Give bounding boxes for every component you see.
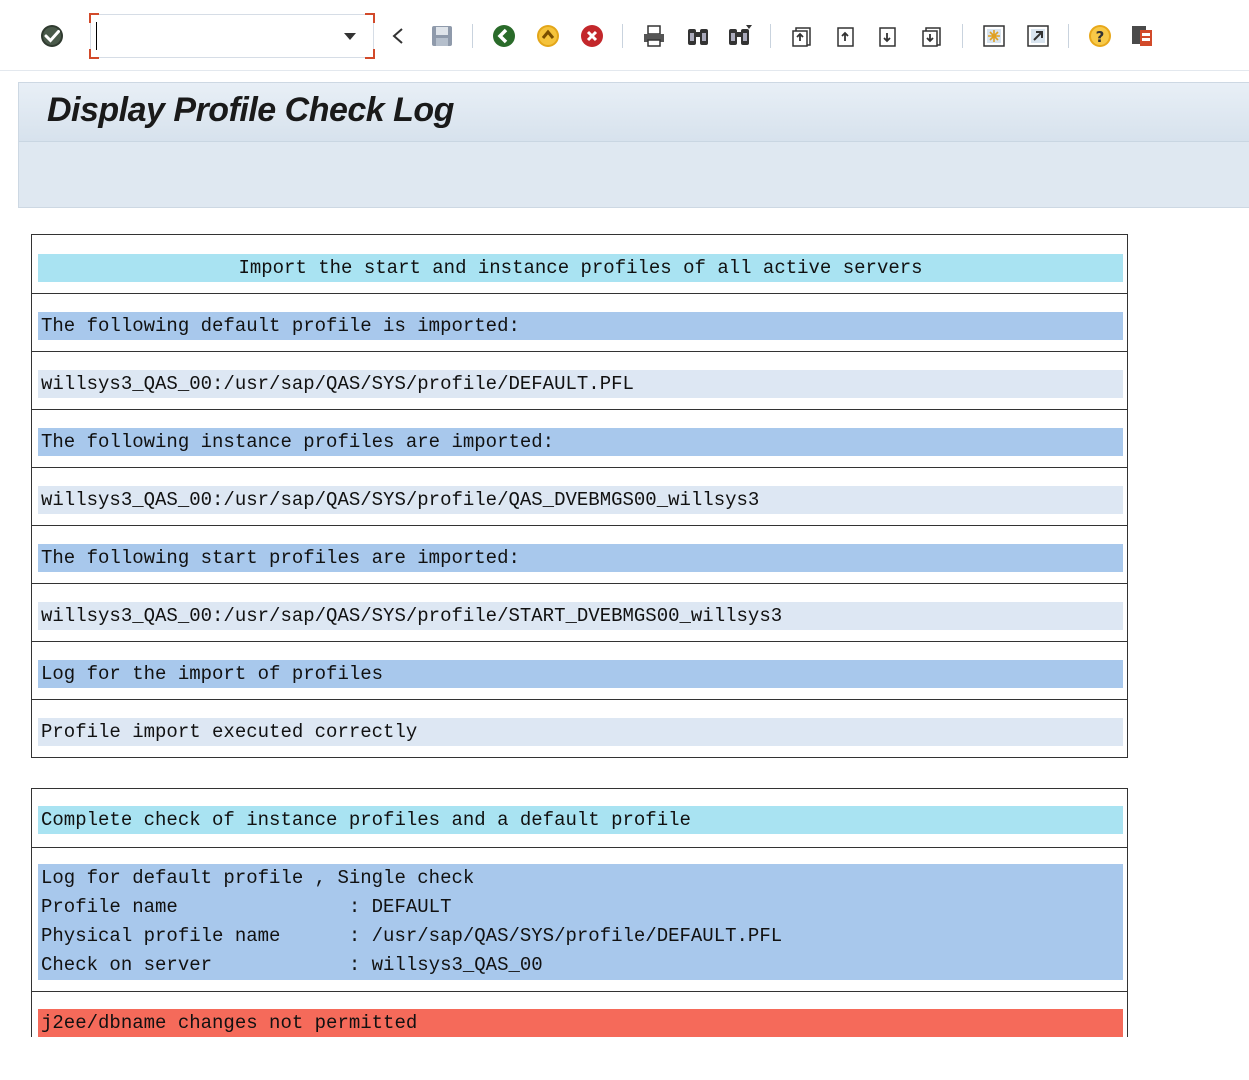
log-row: Log for the import of profiles (32, 642, 1127, 700)
section-header: Complete check of instance profiles and … (38, 806, 1123, 834)
last-page-icon[interactable] (918, 22, 946, 50)
enter-icon[interactable] (38, 22, 66, 50)
log-row-error: j2ee/dbname changes not permitted (32, 992, 1127, 1038)
log-line: willsys3_QAS_00:/usr/sap/QAS/SYS/profile… (38, 602, 1123, 630)
first-page-icon[interactable] (788, 22, 816, 50)
exit-icon[interactable] (534, 22, 562, 50)
page-title: Display Profile Check Log (47, 91, 454, 129)
log-line: The following start profiles are importe… (38, 544, 1123, 572)
find-next-icon[interactable] (726, 22, 754, 50)
log-row: Complete check of instance profiles and … (32, 789, 1127, 848)
print-icon[interactable] (640, 22, 668, 50)
create-session-icon[interactable] (980, 22, 1008, 50)
back-icon[interactable] (490, 22, 518, 50)
log-row: The following start profiles are importe… (32, 526, 1127, 584)
log-detail-block: Log for default profile , Single check P… (32, 848, 1127, 992)
log-line: The following instance profiles are impo… (38, 428, 1123, 456)
log-line: Physical profile name : /usr/sap/QAS/SYS… (38, 922, 1123, 951)
log-line: Check on server : willsys3_QAS_00 (38, 951, 1123, 980)
log-line: Profile import executed correctly (38, 718, 1123, 746)
log-line: Profile name : DEFAULT (38, 893, 1123, 922)
log-row: The following default profile is importe… (32, 294, 1127, 352)
log-row: willsys3_QAS_00:/usr/sap/QAS/SYS/profile… (32, 584, 1127, 642)
chevron-down-icon[interactable] (340, 28, 360, 44)
back-arrow-icon[interactable] (384, 22, 412, 50)
system-toolbar: ? (0, 0, 1249, 71)
help-icon[interactable]: ? (1086, 22, 1114, 50)
previous-page-icon[interactable] (832, 22, 860, 50)
command-field[interactable] (89, 13, 375, 59)
import-log-section: Import the start and instance profiles o… (31, 234, 1128, 758)
command-input[interactable] (96, 22, 337, 50)
log-line: Log for the import of profiles (38, 660, 1123, 688)
log-row: willsys3_QAS_00:/usr/sap/QAS/SYS/profile… (32, 468, 1127, 526)
log-line: Log for default profile , Single check (38, 864, 1123, 893)
find-icon[interactable] (684, 22, 712, 50)
log-row: Profile import executed correctly (32, 700, 1127, 757)
error-message: j2ee/dbname changes not permitted (38, 1009, 1123, 1037)
section-header: Import the start and instance profiles o… (38, 254, 1123, 282)
log-row: Import the start and instance profiles o… (32, 235, 1127, 294)
log-line: willsys3_QAS_00:/usr/sap/QAS/SYS/profile… (38, 486, 1123, 514)
detail-lines: Log for default profile , Single check P… (38, 864, 1123, 980)
title-row: Display Profile Check Log (19, 83, 1249, 142)
profile-check-section: Complete check of instance profiles and … (31, 788, 1128, 1037)
save-icon[interactable] (428, 22, 456, 50)
log-row: willsys3_QAS_00:/usr/sap/QAS/SYS/profile… (32, 352, 1127, 410)
shortcut-icon[interactable] (1024, 22, 1052, 50)
title-area: Display Profile Check Log (18, 82, 1249, 208)
cancel-icon[interactable] (578, 22, 606, 50)
log-line: The following default profile is importe… (38, 312, 1123, 340)
log-line: willsys3_QAS_00:/usr/sap/QAS/SYS/profile… (38, 370, 1123, 398)
customize-layout-icon[interactable] (1128, 22, 1156, 50)
log-row: The following instance profiles are impo… (32, 410, 1127, 468)
next-page-icon[interactable] (874, 22, 902, 50)
svg-text:?: ? (1096, 28, 1105, 46)
